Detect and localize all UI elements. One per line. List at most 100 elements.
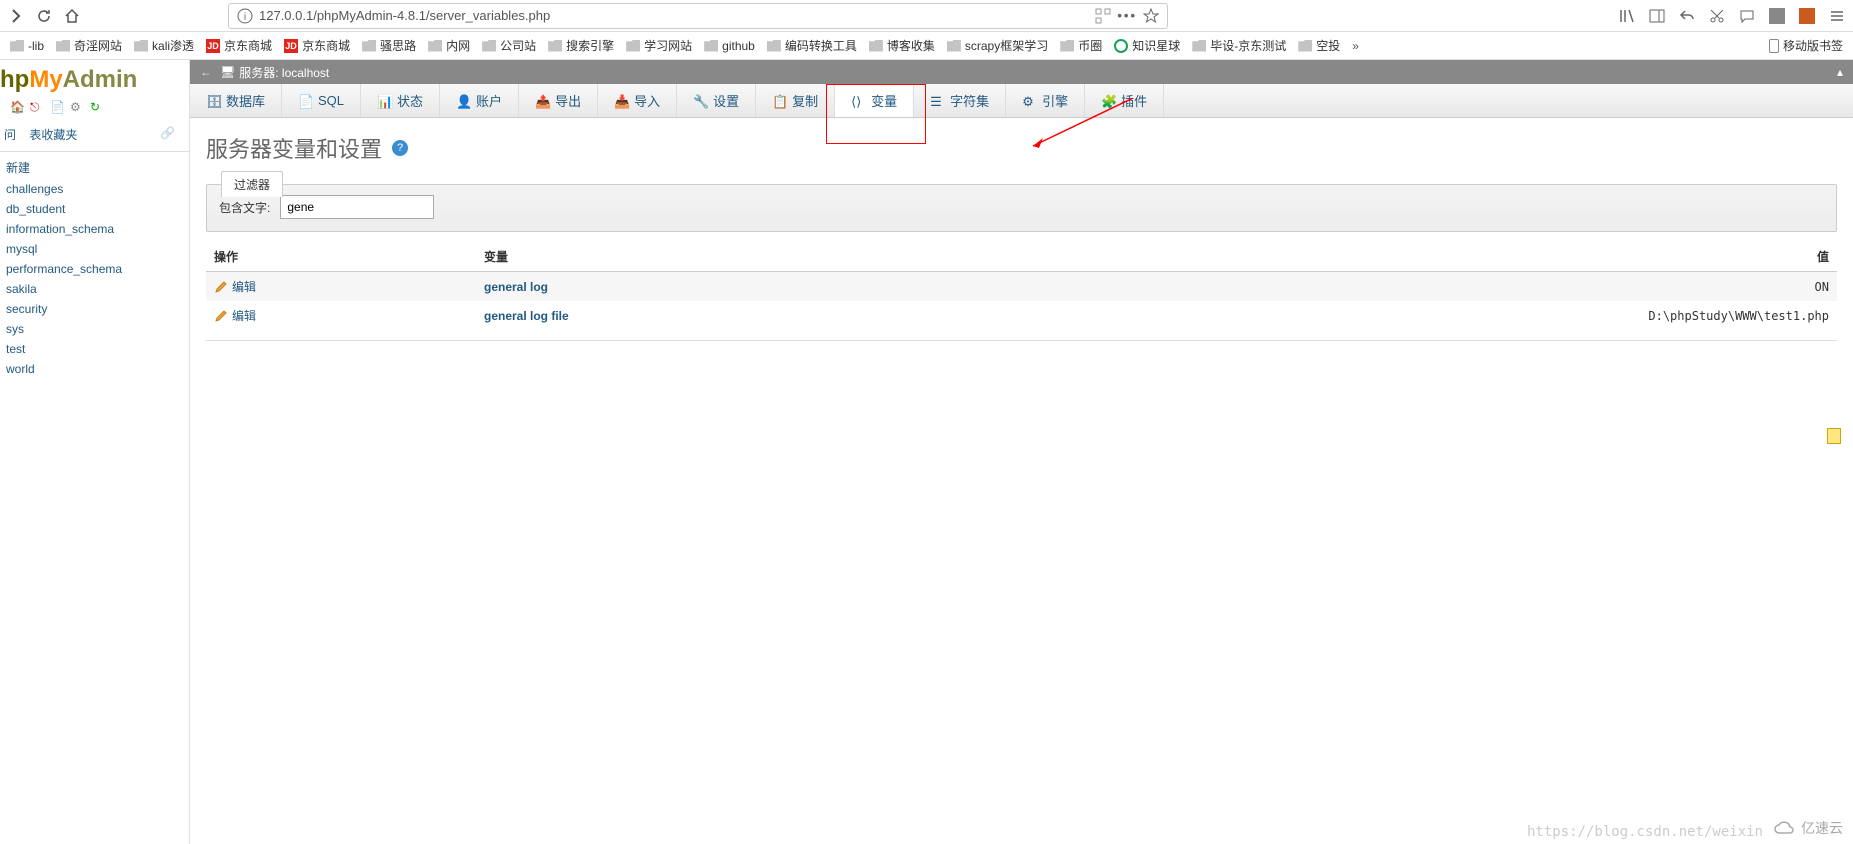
tab-status[interactable]: 📊状态	[361, 84, 440, 117]
yisu-badge: 亿速云	[1773, 818, 1843, 838]
tab-user[interactable]: 👤账户	[440, 84, 519, 117]
export-icon: 📤	[535, 94, 549, 108]
bookmark-item[interactable]: 骚思路	[358, 35, 420, 56]
mobile-bookmarks-link[interactable]: 移动版书签	[1765, 35, 1847, 56]
variable-value: ON	[1437, 272, 1837, 302]
cloud-icon	[1773, 821, 1797, 835]
sb-recent-link[interactable]: 问	[4, 128, 16, 142]
bookmark-item[interactable]: 搜索引擎	[544, 35, 618, 56]
bookmark-item[interactable]: scrapy框架学习	[943, 35, 1052, 56]
sb-fav-link[interactable]: 表收藏夹	[29, 128, 77, 142]
ext2-icon[interactable]	[1799, 8, 1815, 24]
user-icon: 👤	[456, 94, 470, 108]
watermark-text: https://blog.csdn.net/weixin	[1527, 824, 1763, 840]
chat-icon[interactable]	[1739, 8, 1755, 24]
edit-button[interactable]: 编辑	[214, 278, 468, 295]
bookmark-item[interactable]: github	[700, 35, 759, 56]
sidebar-icon[interactable]	[1649, 8, 1665, 24]
url-text: 127.0.0.1/phpMyAdmin-4.8.1/server_variab…	[259, 8, 550, 23]
bookmarks-bar: -lib奇淫网站kali渗透JD京东商城JD京东商城骚思路内网公司站搜索引擎学习…	[0, 32, 1853, 60]
tab-bar: 🗄数据库📄SQL📊状态👤账户📤导出📥导入🔧设置📋复制⟨⟩变量☰字符集⚙引擎🧩插件	[190, 84, 1853, 118]
more-icon[interactable]: •••	[1117, 8, 1137, 23]
tab-import[interactable]: 📥导入	[598, 84, 677, 117]
sidebar-db-item[interactable]: mysql	[0, 239, 189, 259]
star-icon[interactable]	[1143, 8, 1159, 24]
bookmark-item[interactable]: 奇淫网站	[52, 35, 126, 56]
tab-copy[interactable]: 📋复制	[756, 84, 835, 117]
forward-icon[interactable]	[8, 8, 24, 24]
col-value: 值	[1437, 242, 1837, 272]
bookmark-item[interactable]: 编码转换工具	[763, 35, 861, 56]
tab-var[interactable]: ⟨⟩变量	[835, 84, 914, 117]
sidebar-db-item[interactable]: db_student	[0, 199, 189, 219]
tab-sql[interactable]: 📄SQL	[282, 84, 361, 117]
sidebar-db-item[interactable]: sys	[0, 319, 189, 339]
col-variable: 变量	[476, 242, 1437, 272]
bookmark-item[interactable]: 币圈	[1056, 35, 1106, 56]
pma-sidebar: hpMyAdmin 🏠 ⎋ 📄 ⚙ ↻ 问 表收藏夹 🔗 新建 challeng…	[0, 60, 190, 844]
sidebar-db-item[interactable]: world	[0, 359, 189, 379]
bookmark-item[interactable]: kali渗透	[130, 35, 198, 56]
sql-icon: 📄	[298, 94, 312, 108]
sb-home-icon[interactable]: 🏠	[10, 100, 26, 116]
home-icon[interactable]	[64, 8, 80, 24]
server-back-icon[interactable]: ←	[200, 65, 212, 79]
sidebar-db-item[interactable]: sakila	[0, 279, 189, 299]
col-action: 操作	[206, 242, 476, 272]
library-icon[interactable]	[1619, 8, 1635, 24]
tab-charset[interactable]: ☰字符集	[914, 84, 1006, 117]
wrench-icon: 🔧	[693, 94, 707, 108]
tab-wrench[interactable]: 🔧设置	[677, 84, 756, 117]
bookmark-item[interactable]: 毕设-京东测试	[1188, 35, 1290, 56]
url-bar[interactable]: i 127.0.0.1/phpMyAdmin-4.8.1/server_vari…	[228, 3, 1168, 29]
info-icon[interactable]: i	[237, 8, 253, 24]
filter-input[interactable]	[280, 195, 434, 219]
tab-export[interactable]: 📤导出	[519, 84, 598, 117]
help-icon[interactable]: ?	[392, 140, 408, 156]
edit-button[interactable]: 编辑	[214, 307, 468, 324]
bookmark-item[interactable]: 博客收集	[865, 35, 939, 56]
reload-icon[interactable]	[36, 8, 52, 24]
undo-icon[interactable]	[1679, 8, 1695, 24]
ext1-icon[interactable]	[1769, 8, 1785, 24]
db-icon: 🗄	[206, 94, 220, 108]
sidebar-db-item[interactable]: challenges	[0, 179, 189, 199]
sidebar-db-item[interactable]: information_schema	[0, 219, 189, 239]
server-collapse-icon[interactable]: ▴	[1837, 65, 1843, 79]
tab-engine[interactable]: ⚙引擎	[1006, 84, 1085, 117]
bookmark-item[interactable]: 知识星球	[1110, 35, 1184, 56]
table-row: 编辑general log fileD:\phpStudy\WWW\test1.…	[206, 301, 1837, 330]
bookmark-item[interactable]: -lib	[6, 35, 48, 56]
bookmark-item[interactable]: 公司站	[478, 35, 540, 56]
filter-label: 包含文字:	[219, 199, 270, 216]
bookmark-item[interactable]: JD京东商城	[280, 35, 354, 56]
sb-gear-icon[interactable]: ⚙	[70, 100, 86, 116]
browser-toolbar: i 127.0.0.1/phpMyAdmin-4.8.1/server_vari…	[0, 0, 1853, 32]
sb-docs-icon[interactable]: 📄	[50, 100, 66, 116]
sb-new-db[interactable]: 新建	[0, 156, 189, 179]
var-icon: ⟨⟩	[851, 94, 865, 108]
cut-icon[interactable]	[1709, 8, 1725, 24]
sidebar-db-item[interactable]: test	[0, 339, 189, 359]
qr-icon[interactable]	[1095, 8, 1111, 24]
bookmark-item[interactable]: 空投	[1294, 35, 1344, 56]
menu-icon[interactable]	[1829, 8, 1845, 24]
sb-refresh-icon[interactable]: ↻	[90, 100, 106, 116]
tab-db[interactable]: 🗄数据库	[190, 84, 282, 117]
sidebar-db-item[interactable]: performance_schema	[0, 259, 189, 279]
status-icon: 📊	[377, 94, 391, 108]
bookmark-item[interactable]: JD京东商城	[202, 35, 276, 56]
tab-plugin[interactable]: 🧩插件	[1085, 84, 1164, 117]
bookmarks-overflow-icon[interactable]: »	[1352, 39, 1359, 53]
variable-name[interactable]: general log	[484, 280, 548, 294]
bookmark-item[interactable]: 内网	[424, 35, 474, 56]
server-bar: ← 🖥 服务器: localhost ▴	[190, 60, 1853, 84]
variable-name[interactable]: general log file	[484, 309, 569, 323]
filter-tab-label: 过滤器	[221, 171, 283, 197]
import-icon: 📥	[614, 94, 628, 108]
sb-exit-icon[interactable]: ⎋	[30, 100, 46, 116]
bookmark-item[interactable]: 学习网站	[622, 35, 696, 56]
sb-link-icon[interactable]: 🔗	[160, 126, 175, 140]
sidebar-db-item[interactable]: security	[0, 299, 189, 319]
sticky-note-icon[interactable]	[1827, 428, 1841, 444]
